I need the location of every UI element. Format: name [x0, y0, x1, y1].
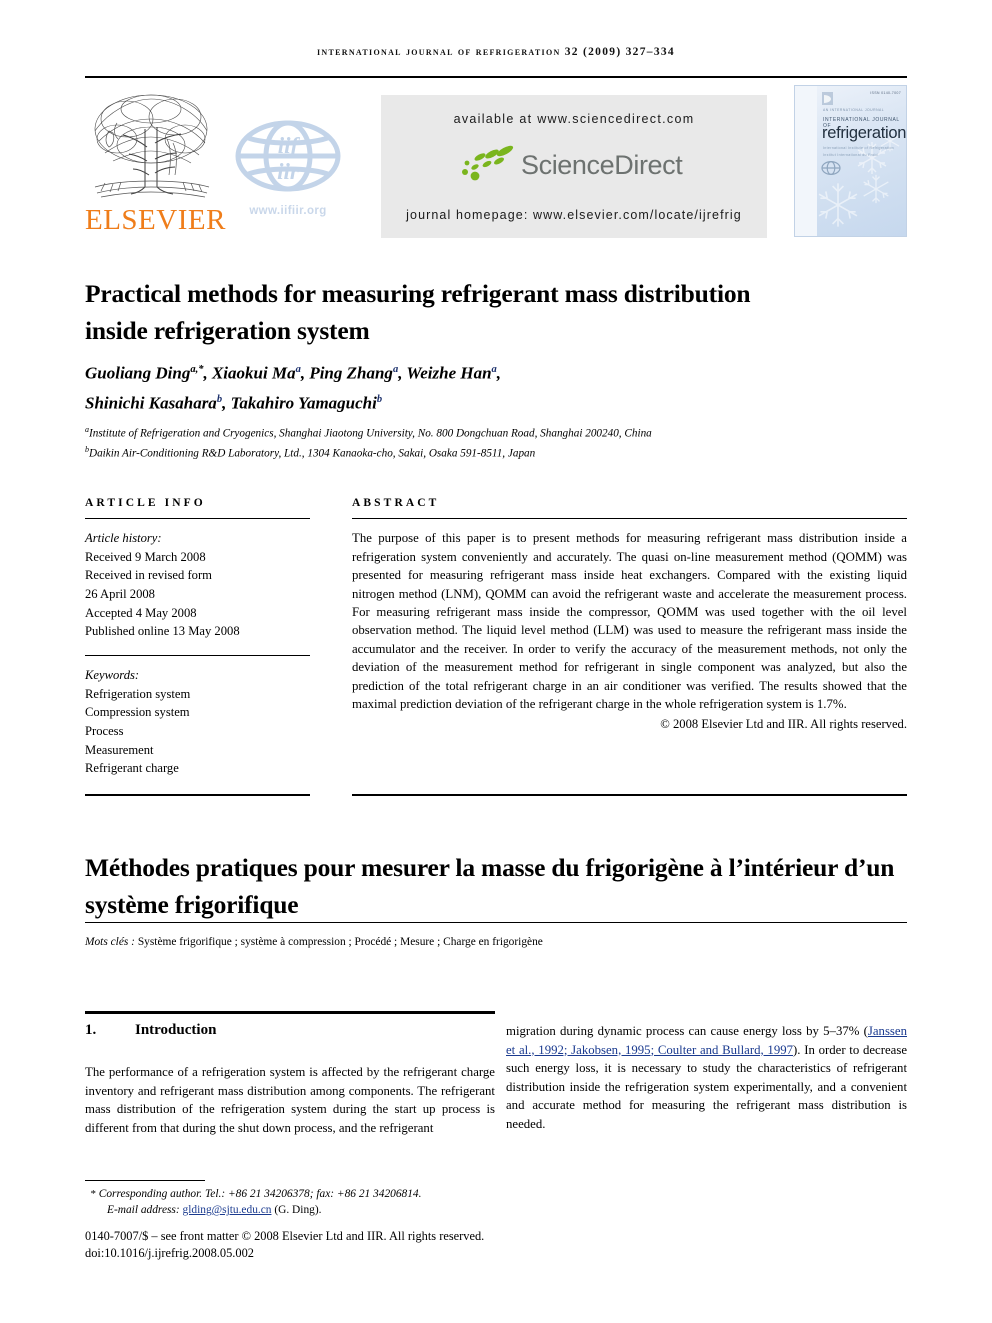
author-4: , Weizhe Han — [398, 363, 492, 383]
history-item: Received in revised form — [85, 568, 212, 583]
cover-top-line: AN INTERNATIONAL JOURNAL — [823, 108, 885, 112]
mots-cles-value: Système frigorifique ; système à compres… — [134, 936, 543, 948]
keyword-item: Refrigerant charge — [85, 761, 179, 776]
masthead: ELSEVIER iif iir www.iifiir.org availabl… — [85, 85, 907, 238]
body-column-right: migration during dynamic process can cau… — [506, 1022, 907, 1134]
abstract-text: The purpose of this paper is to present … — [352, 531, 907, 711]
section-title: Introduction — [135, 1022, 217, 1038]
globe-icon: iif iir — [235, 120, 341, 192]
cover-elsevier-mark-icon — [822, 92, 833, 105]
elsevier-logo: ELSEVIER — [85, 87, 226, 237]
abstract-rule — [352, 518, 907, 520]
cover-journal-title: refrigeration — [822, 124, 907, 142]
footnote-star-marker: * — [85, 1188, 99, 1200]
affiliation-a: aInstitute of Refrigeration and Cryogeni… — [85, 422, 885, 442]
affiliation-a-text: Institute of Refrigeration and Cryogenic… — [89, 427, 652, 440]
mots-cles-label: Mots clés : — [85, 936, 135, 948]
snowflake-icon — [863, 174, 889, 204]
keyword-item: Refrigeration system — [85, 686, 191, 701]
abstract-copyright: © 2008 Elsevier Ltd and IIR. All rights … — [660, 717, 907, 732]
footnote-block: * Corresponding author. Tel.: +86 21 342… — [85, 1186, 605, 1218]
body-column-left: The performance of a refrigeration syste… — [85, 1065, 495, 1135]
author-6: , Takahiro Yamaguchi — [222, 393, 377, 413]
info-bottom-rule — [85, 794, 310, 797]
keywords-rule — [85, 654, 310, 657]
keywords-block: Keywords: Refrigeration system Compressi… — [85, 666, 310, 778]
journal-homepage-label: journal homepage: www.elsevier.com/locat… — [406, 208, 742, 222]
history-item: Published online 13 May 2008 — [85, 624, 240, 639]
author-list: Guoliang Dinga,*, Xiaokui Ma a , Ping Zhan… — [85, 363, 502, 413]
svg-text:iif: iif — [278, 133, 301, 158]
sciencedirect-leaf-icon — [462, 145, 514, 181]
issn-block: 0140-7007/$ – see front matter © 2008 El… — [85, 1228, 705, 1262]
author-5: Shinichi Kasahara — [85, 393, 217, 413]
iif-url-label: www.iifiir.org — [249, 205, 327, 217]
email-line: E-mail address: glding@sjtu.edu.cn (G. D… — [85, 1202, 605, 1218]
author-3: , Ping Zhang — [300, 363, 393, 383]
cover-subtitle-en: International Institute of Refrigeration — [823, 146, 894, 150]
article-info-rule — [85, 518, 310, 520]
author-1: Guoliang Ding — [85, 363, 191, 383]
abstract-heading: ABSTRACT — [352, 497, 440, 509]
article-history: Article history: Received 9 March 2008 R… — [85, 529, 310, 641]
french-keywords: Mots clés : Système frigorifique ; systè… — [85, 936, 907, 948]
affiliation-b: bDaikin Air-Conditioning R&D Laboratory,… — [85, 442, 885, 462]
paper-page: international journal of refrigeration 3… — [0, 0, 992, 1323]
affiliations: aInstitute of Refrigeration and Cryogeni… — [85, 422, 885, 462]
svg-text:iir: iir — [277, 159, 300, 184]
email-link[interactable]: glding@sjtu.edu.cn — [183, 1204, 272, 1216]
cover-spine — [795, 86, 817, 236]
history-item: 26 April 2008 — [85, 587, 155, 602]
cover-globe-icon — [821, 160, 841, 176]
iif-iir-logo: iif iir www.iifiir.org — [233, 113, 343, 223]
elsevier-tree-icon — [94, 94, 210, 198]
page-title: Practical methods for measuring refriger… — [85, 279, 751, 346]
keyword-item: Compression system — [85, 705, 190, 720]
section-heading: 1. Introduction — [85, 1022, 495, 1039]
article-info-heading: ARTICLE INFO — [85, 497, 206, 509]
available-at-label: available at www.sciencedirect.com — [453, 112, 695, 126]
author-1-sup: a,* — [190, 364, 204, 375]
article-info-block: ARTICLE INFO Article history: Received 9… — [85, 497, 310, 778]
history-item: Received 9 March 2008 — [85, 549, 206, 564]
author-2: , Xiaokui Ma — [203, 363, 296, 383]
running-head: international journal of refrigeration 3… — [317, 46, 675, 58]
abstract-block: ABSTRACT The purpose of this paper is to… — [352, 497, 907, 732]
issn-front-matter: 0140-7007/$ – see front matter © 2008 El… — [85, 1229, 485, 1243]
sciencedirect-logo: ScienceDirect — [459, 145, 699, 189]
email-suffix: (G. Ding). — [274, 1204, 322, 1216]
email-label: E-mail address: — [107, 1204, 180, 1216]
abstract-bottom-rule — [352, 794, 907, 797]
sciencedirect-wordmark: ScienceDirect — [521, 150, 683, 180]
journal-cover-image: ISSN 0140-7007 AN INTERNATIONAL JOURNAL … — [794, 85, 907, 237]
history-item: Accepted 4 May 2008 — [85, 605, 197, 620]
sciencedirect-banner: available at www.sciencedirect.com Scien… — [381, 95, 767, 238]
doi-line: doi:10.1016/j.ijrefrig.2008.05.002 — [85, 1246, 254, 1260]
section-number: 1. — [85, 1022, 97, 1038]
footnote-rule — [85, 1180, 205, 1181]
affiliation-b-text: Daikin Air-Conditioning R&D Laboratory, … — [89, 447, 536, 460]
author-4-sup: a — [491, 364, 497, 375]
keyword-item: Process — [85, 723, 124, 738]
corresponding-author-note: Corresponding author. Tel.: +86 21 34206… — [98, 1188, 422, 1200]
french-rule — [85, 922, 907, 924]
cover-subtitle-fr: Institut International du Froid — [823, 153, 878, 157]
history-label: Article history: — [85, 531, 162, 546]
keywords-spacer — [85, 641, 310, 655]
keyword-item: Measurement — [85, 742, 154, 757]
cover-issn: ISSN 0140-7007 — [870, 91, 901, 95]
header-rule — [85, 76, 907, 78]
author-6-sup: b — [376, 393, 383, 405]
section-rule — [85, 1011, 495, 1014]
french-title: Méthodes pratiques pour mesurer la masse… — [85, 853, 895, 920]
elsevier-wordmark: ELSEVIER — [85, 204, 226, 236]
snowflake-icon — [818, 183, 858, 227]
keywords-label: Keywords: — [85, 668, 140, 683]
body-right-pre: migration during dynamic process can cau… — [506, 1024, 868, 1038]
